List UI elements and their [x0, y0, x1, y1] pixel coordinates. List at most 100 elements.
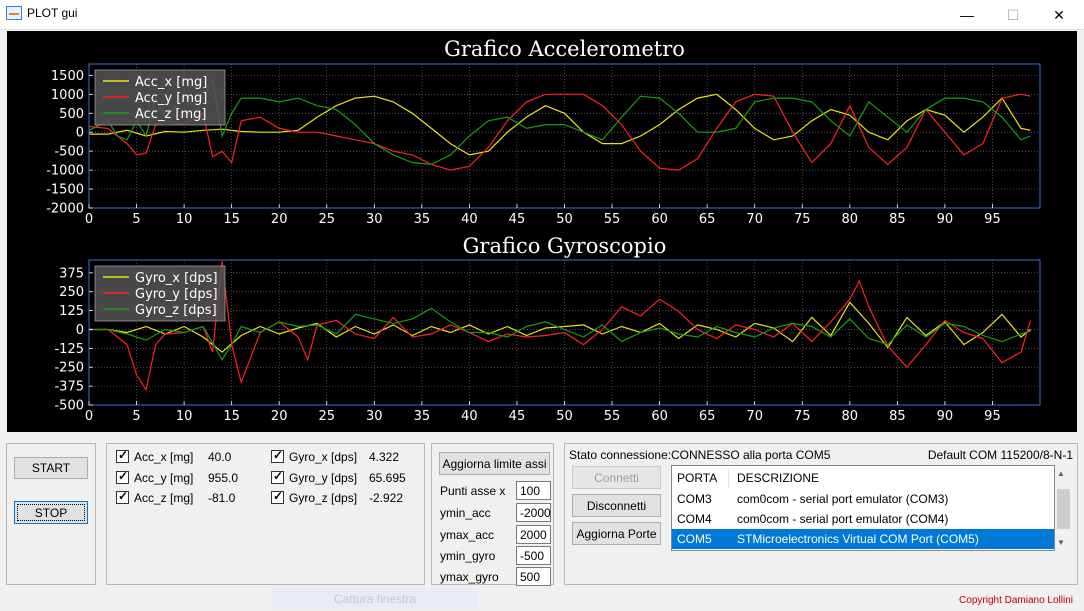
gyro-y-tick-label: 125 [59, 304, 84, 319]
acc-y-tick-label: -1000 [46, 164, 84, 179]
app-icon [6, 6, 22, 20]
title-bar[interactable]: PLOT gui — ☐ ✕ [0, 0, 1084, 30]
port-row-com4[interactable]: COM4 com0com - serial port emulator (COM… [672, 509, 1054, 529]
port-row-com5[interactable]: COM5 STMicroelectronics Virtual COM Port… [672, 529, 1054, 549]
acc-z-label: Acc_z [mg] [134, 491, 194, 505]
gyro-x-tick-label: 30 [366, 409, 383, 424]
update-limits-button[interactable]: Aggiorna limite assi [439, 452, 550, 475]
acc-y-tick-label: -500 [54, 145, 84, 160]
gyro-x-tick-label: 50 [556, 409, 573, 424]
acc-x-tick-label: 90 [937, 212, 954, 227]
app-window: PLOT gui — ☐ ✕ Grafico Accelerometro 0 5 10… [0, 0, 1084, 611]
gyro-x-tick-label: 75 [794, 409, 811, 424]
acc-x-label: Acc_x [mg] [134, 450, 194, 464]
gyro-x-tick-label: 5 [132, 409, 140, 424]
gyro-y-checkbox[interactable] [271, 469, 284, 484]
ymax-acc-input[interactable]: 2000 [516, 525, 551, 544]
acc-x-tick-label: 50 [556, 212, 573, 227]
acc-z-checkbox[interactable] [116, 489, 129, 504]
gyro-x-checkbox[interactable] [271, 448, 284, 463]
ymax-acc-label: ymax_acc [440, 528, 495, 542]
port-row-com3[interactable]: COM3 com0com - serial port emulator (COM… [672, 489, 1054, 509]
acc-x-checkbox[interactable] [116, 448, 129, 463]
acc-x-tick-label: 40 [461, 212, 478, 227]
acc-x-tick-label: 0 [85, 212, 93, 227]
acc-y-tick-label: 500 [59, 107, 84, 122]
gyro-y-tick-label: -500 [54, 399, 84, 414]
scroll-down-icon[interactable]: ▼ [1057, 538, 1065, 547]
limits-panel: Aggiorna limite assi Punti asse x 100 ym… [431, 443, 554, 586]
acc-legend-label-3: Acc_z [mg] [135, 107, 206, 122]
x-points-input[interactable]: 100 [516, 481, 551, 500]
port-description: STMicroelectronics Virtual COM Port (COM… [737, 532, 979, 546]
gyro-z-checkbox[interactable] [271, 489, 284, 504]
header-description[interactable]: DESCRIZIONE [737, 468, 819, 488]
ports-header: PORTA DESCRIZIONE [672, 468, 1054, 488]
gyro-x-tick-label: 70 [746, 409, 763, 424]
ymin-gyro-input[interactable]: -500 [516, 546, 551, 565]
acc-x-tick-label: 20 [271, 212, 288, 227]
gyro-x-tick-label: 60 [651, 409, 668, 424]
gyro-x-tick-label: 15 [223, 409, 240, 424]
gyro-y-tick-label: -250 [54, 361, 84, 376]
sensor-panel: Acc_x [mg] 40.0 Acc_y [mg] 955.0 Acc_z [… [106, 443, 425, 585]
close-button[interactable]: ✕ [1036, 0, 1082, 30]
gyro-y-tick-label: 250 [59, 285, 84, 300]
gyro-y-tick-label: -375 [54, 380, 84, 395]
gyro-x-tick-label: 35 [414, 409, 431, 424]
minimize-button[interactable]: — [944, 0, 990, 30]
acc-x-tick-label: 45 [509, 212, 526, 227]
acc-x-tick-label: 75 [794, 212, 811, 227]
acc-x-tick-label: 60 [651, 212, 668, 227]
gyro-x-tick-label: 45 [509, 409, 526, 424]
scroll-thumb[interactable] [1057, 489, 1070, 529]
capture-window-tab[interactable]: Cattura finestra [272, 588, 478, 610]
acc-x-tick-label: 70 [746, 212, 763, 227]
acc-x-tick-label: 5 [132, 212, 140, 227]
control-panel: START STOP [6, 443, 96, 585]
acc-y-tick-label: -1500 [46, 183, 84, 198]
acc-y-tick-label: 1500 [51, 69, 84, 84]
header-port[interactable]: PORTA [677, 468, 717, 488]
acc-y-tick-label: 0 [76, 126, 84, 141]
ports-scrollbar[interactable]: ▲ ▼ [1055, 465, 1072, 551]
ymax-gyro-input[interactable]: 500 [516, 567, 551, 586]
acc-legend-label-2: Acc_y [mg] [135, 91, 207, 106]
port-description: com0com - serial port emulator (COM3) [737, 492, 949, 506]
gyro-x-tick-label: 40 [461, 409, 478, 424]
gyro-chart-title: Grafico Gyroscopio [463, 234, 667, 258]
gyro-x-tick-label: 25 [318, 409, 335, 424]
gyro-x-tick-label: 20 [271, 409, 288, 424]
gyro-x-tick-label: 95 [984, 409, 1001, 424]
acc-z-value: -81.0 [208, 491, 236, 505]
gyro-legend-label-1: Gyro_x [dps] [135, 271, 218, 286]
stop-button[interactable]: STOP [14, 501, 88, 524]
acc-x-tick-label: 95 [984, 212, 1001, 227]
gyro-x-tick-label: 85 [889, 409, 906, 424]
copyright-text: Copyright Damiano Lollini [959, 595, 1073, 606]
gyro-series-line-2 [89, 261, 1032, 392]
port-description: com0com - serial port emulator (COM4) [737, 512, 949, 526]
gyro-y-tick-label: 375 [59, 266, 84, 281]
ports-list[interactable]: PORTA DESCRIZIONE COM3 com0com - serial … [671, 465, 1055, 551]
acc-x-tick-label: 65 [699, 212, 716, 227]
connect-button[interactable]: Connetti [572, 466, 661, 489]
gyro-x-tick-label: 10 [176, 409, 193, 424]
acc-y-checkbox[interactable] [116, 469, 129, 484]
refresh-ports-button[interactable]: Aggiorna Porte [572, 522, 661, 545]
acc-x-tick-label: 25 [318, 212, 335, 227]
gyro-legend-label-2: Gyro_y [dps] [135, 287, 218, 302]
ymin-acc-input[interactable]: -2000 [516, 503, 551, 522]
start-button[interactable]: START [14, 457, 88, 479]
gyro-legend-label-3: Gyro_z [dps] [135, 303, 217, 318]
acc-x-tick-label: 55 [604, 212, 621, 227]
gyro-x-tick-label: 65 [699, 409, 716, 424]
acc-legend-label-1: Acc_x [mg] [135, 75, 207, 90]
gyro-x-tick-label: 0 [85, 409, 93, 424]
gyro-x-value: 4.322 [369, 450, 400, 464]
gyro-y-label: Gyro_y [dps] [289, 471, 358, 485]
disconnect-button[interactable]: Disconnetti [572, 494, 661, 517]
scroll-up-icon[interactable]: ▲ [1057, 469, 1065, 478]
gyro-x-tick-label: 90 [937, 409, 954, 424]
maximize-button[interactable]: ☐ [990, 0, 1036, 30]
